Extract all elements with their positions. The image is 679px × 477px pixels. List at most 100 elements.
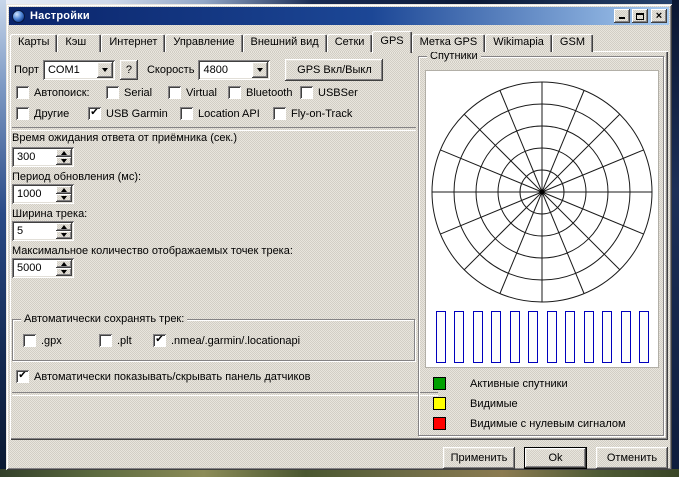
checkbox-usbser[interactable]: USBSer <box>300 86 358 99</box>
satellites-group: Спутники Активные спутники Видимые Видим… <box>418 56 664 436</box>
speed-label: Скорость <box>147 64 195 76</box>
checkbox-box[interactable] <box>23 334 36 347</box>
checkbox-box[interactable] <box>168 86 181 99</box>
tab-gps[interactable]: GPS <box>372 31 411 53</box>
help-button[interactable]: ? <box>120 60 138 80</box>
spin-up-button[interactable] <box>56 186 72 194</box>
checkbox-serial[interactable]: Serial <box>106 86 168 99</box>
spin-down-button[interactable] <box>56 231 72 239</box>
timeout-value: 300 <box>17 151 35 163</box>
checkbox-usb-garmin[interactable]: ✔USB Garmin <box>88 107 180 120</box>
signal-bar <box>621 311 631 363</box>
checkbox-plt[interactable]: .plt <box>99 334 153 347</box>
signal-bar <box>528 311 538 363</box>
ok-button[interactable]: Ok <box>524 447 587 469</box>
tab-maps[interactable]: Карты <box>10 34 57 52</box>
checkbox-box[interactable]: ✔ <box>153 334 166 347</box>
checkbox-sensors-panel[interactable]: ✔Автоматически показывать/скрывать панел… <box>16 370 310 383</box>
update-period-spinner[interactable]: 1000 <box>12 184 74 204</box>
tab-grids[interactable]: Сетки <box>327 34 373 52</box>
checkbox-other[interactable]: Другие <box>16 107 88 120</box>
minimize-icon <box>619 17 625 19</box>
port-combobox[interactable]: COM1 <box>43 60 115 80</box>
spin-down-button[interactable] <box>56 268 72 276</box>
checkbox-box[interactable] <box>180 107 193 120</box>
sensors-row: ✔Автоматически показывать/скрывать панел… <box>16 370 310 383</box>
autosave-group: Автоматически сохранять трек: .gpx .plt … <box>12 319 415 361</box>
max-points-label: Максимальное количество отображаемых точ… <box>12 245 293 257</box>
connection-type-row: Автопоиск: Serial Virtual Bluetooth USBS… <box>16 86 358 99</box>
checkbox-box[interactable] <box>106 86 119 99</box>
checkbox-nmea-garmin-locationapi[interactable]: ✔.nmea/.garmin/.locationapi <box>153 334 300 347</box>
minimize-button[interactable] <box>614 9 630 23</box>
polar-plot <box>426 71 658 311</box>
separator <box>12 392 438 396</box>
title-bar[interactable]: Настройки <box>9 7 669 25</box>
checkbox-autosearch[interactable]: Автопоиск: <box>16 86 106 99</box>
close-icon <box>656 11 662 21</box>
checkbox-box[interactable] <box>99 334 112 347</box>
window-title: Настройки <box>30 10 90 22</box>
tab-management[interactable]: Управление <box>165 34 242 52</box>
track-width-spinner[interactable]: 5 <box>12 221 74 241</box>
port-dropdown-button[interactable] <box>97 62 113 78</box>
port-label: Порт <box>14 64 39 76</box>
max-points-spinner[interactable]: 5000 <box>12 258 74 278</box>
port-value: COM1 <box>48 64 80 76</box>
update-period-value: 1000 <box>17 188 41 200</box>
checkbox-box[interactable] <box>16 86 29 99</box>
checkbox-bluetooth[interactable]: Bluetooth <box>228 86 300 99</box>
signal-bar <box>473 311 483 363</box>
signal-bar <box>639 311 649 363</box>
legend-label: Видимые с нулевым сигналом <box>470 418 626 430</box>
checkbox-box[interactable] <box>273 107 286 120</box>
gps-toggle-button[interactable]: GPS Вкл/Выкл <box>285 59 383 81</box>
arrow-down-icon <box>61 196 67 200</box>
checkbox-location-api[interactable]: Location API <box>180 107 273 120</box>
spin-up-button[interactable] <box>56 223 72 231</box>
autosave-group-title: Автоматически сохранять трек: <box>21 313 187 325</box>
spin-up-button[interactable] <box>56 260 72 268</box>
tab-gps-label[interactable]: Метка GPS <box>412 34 486 52</box>
signal-bar <box>602 311 612 363</box>
active-satellites-swatch <box>433 377 446 390</box>
signal-bar <box>584 311 594 363</box>
speed-dropdown-button[interactable] <box>252 62 268 78</box>
arrow-down-icon <box>61 270 67 274</box>
separator <box>12 127 416 131</box>
track-width-value: 5 <box>17 225 23 237</box>
checkbox-box[interactable] <box>228 86 241 99</box>
apply-button[interactable]: Применить <box>443 447 515 469</box>
legend-item-visible: Видимые <box>433 397 518 410</box>
close-button[interactable] <box>651 9 667 23</box>
tab-gsm[interactable]: GSM <box>552 34 593 52</box>
checkbox-box[interactable] <box>300 86 313 99</box>
legend-label: Активные спутники <box>470 378 568 390</box>
tab-bar: Карты Кэш Интернет Управление Внешний ви… <box>10 30 668 52</box>
cancel-button[interactable]: Отменить <box>596 447 668 469</box>
checkbox-fly-on-track[interactable]: Fly-on-Track <box>273 107 352 120</box>
spin-down-button[interactable] <box>56 194 72 202</box>
speed-combobox[interactable]: 4800 <box>198 60 270 80</box>
update-period-label: Период обновления (мс): <box>12 171 141 183</box>
timeout-spinner[interactable]: 300 <box>12 147 74 167</box>
tab-internet[interactable]: Интернет <box>101 34 165 52</box>
spin-down-button[interactable] <box>56 157 72 165</box>
maximize-button[interactable] <box>632 9 648 23</box>
checkbox-virtual[interactable]: Virtual <box>168 86 228 99</box>
settings-window: Настройки Карты Кэш Интернет Управление … <box>6 4 672 470</box>
checkbox-box[interactable] <box>16 107 29 120</box>
signal-bar <box>510 311 520 363</box>
tab-appearance[interactable]: Внешний вид <box>243 34 327 52</box>
speed-value: 4800 <box>203 64 227 76</box>
tab-cache[interactable]: Кэш <box>57 34 101 52</box>
autosave-options-row: .gpx .plt ✔.nmea/.garmin/.locationapi <box>23 334 300 347</box>
checkbox-gpx[interactable]: .gpx <box>23 334 99 347</box>
tab-wikimapia[interactable]: Wikimapia <box>485 34 552 52</box>
arrow-down-icon <box>61 159 67 163</box>
zero-signal-satellites-swatch <box>433 417 446 430</box>
visible-satellites-swatch <box>433 397 446 410</box>
checkbox-box[interactable]: ✔ <box>88 107 101 120</box>
spin-up-button[interactable] <box>56 149 72 157</box>
checkbox-box[interactable]: ✔ <box>16 370 29 383</box>
